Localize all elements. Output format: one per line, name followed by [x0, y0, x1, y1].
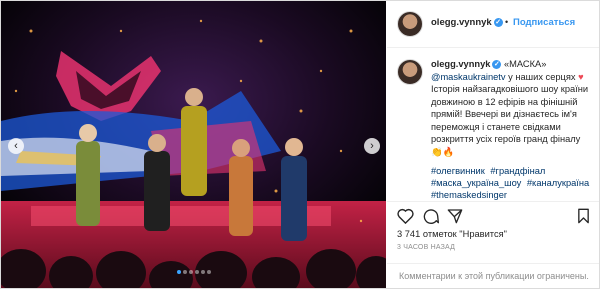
- carousel-prev-button[interactable]: ‹: [8, 138, 24, 154]
- caption-body: Історія найзагадковішого шоу країни довж…: [431, 84, 589, 144]
- caption-username[interactable]: olegg.vynnyk ✓: [431, 59, 502, 70]
- post-photo[interactable]: ‹ ›: [1, 1, 386, 288]
- caption-mark: «МАСКА»: [504, 59, 547, 69]
- caption-emoji: 👏🔥: [431, 146, 455, 157]
- hashtag-link[interactable]: #каналукраїна: [527, 178, 589, 188]
- carousel-dot: [194, 270, 199, 274]
- carousel-dot: [200, 270, 205, 274]
- hashtag-link[interactable]: #олегвинник: [431, 166, 485, 176]
- post-sidebar: olegg.vynnyk ✓ • Подписаться olegg.vynnyk…: [387, 1, 599, 288]
- comment-icon[interactable]: [423, 208, 439, 224]
- hashtags: #олегвинник #грандфінал #маска_україна_ш…: [431, 165, 593, 201]
- post-header: olegg.vynnyk ✓ • Подписаться: [387, 1, 599, 48]
- carousel-indicators: [1, 261, 386, 279]
- carousel-next-button[interactable]: ›: [364, 138, 380, 154]
- post-timestamp[interactable]: 3 ЧАСОВ НАЗАД: [397, 244, 455, 251]
- verified-icon: ✓: [492, 60, 502, 70]
- bookmark-icon[interactable]: [577, 208, 590, 224]
- carousel-dot: [182, 270, 187, 274]
- post-actions: [387, 201, 599, 232]
- mention-link[interactable]: @maskaukrainetv: [431, 72, 506, 82]
- likes-count[interactable]: 3 741 отметок "Нравится": [397, 229, 507, 239]
- post-caption: olegg.vynnyk ✓ «МАСКА» @maskaukrainetv у …: [431, 58, 593, 158]
- caption-avatar[interactable]: [397, 59, 423, 85]
- like-heart-icon[interactable]: [397, 208, 414, 224]
- comments-disabled-text: Комментарии к этой публикации ограничены…: [399, 271, 589, 281]
- hashtag-link[interactable]: #маска_україна_шоу: [431, 178, 521, 188]
- separator-dot: •: [505, 17, 509, 27]
- follow-button[interactable]: Подписаться: [513, 17, 575, 28]
- hashtag-link[interactable]: #грандфінал: [490, 166, 545, 176]
- instagram-post: ‹ › olegg.vynnyk ✓ • Подписаться olegg.vy…: [0, 0, 600, 289]
- carousel-dot: [206, 270, 211, 274]
- share-icon[interactable]: [447, 208, 463, 224]
- carousel-dot: [176, 270, 181, 274]
- author-username[interactable]: olegg.vynnyk ✓: [431, 17, 503, 28]
- avatar[interactable]: [397, 11, 423, 37]
- comments-disabled-notice: Комментарии к этой публикации ограничены…: [387, 263, 599, 289]
- stage-photo: [1, 1, 386, 288]
- carousel-dot: [188, 270, 193, 274]
- heart-emoji: ♥: [578, 71, 584, 82]
- hashtag-link[interactable]: #themaskedsinger: [431, 190, 507, 200]
- caption-text: у наших серцях: [505, 71, 579, 82]
- verified-icon: ✓: [493, 17, 503, 27]
